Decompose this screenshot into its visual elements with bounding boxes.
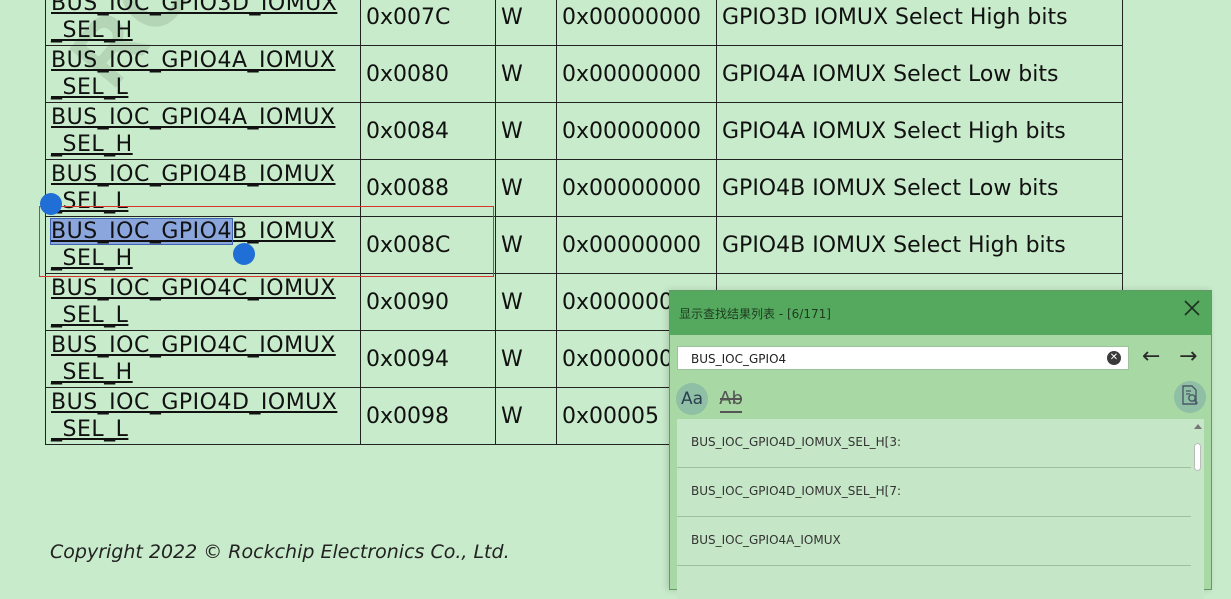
reg-reset: 0x00000000 xyxy=(556,102,717,160)
reg-name-cell[interactable]: BUS_IOC_GPIO3D_IOMUX _SEL_H xyxy=(45,0,361,46)
reg-offset: 0x0090 xyxy=(360,273,496,331)
reg-type: W xyxy=(495,159,557,217)
reg-description: GPIO4A IOMUX Select Low bits xyxy=(716,45,1123,103)
reg-name-link[interactable]: BUS_IOC_GPIO4B_IOMUX _SEL_H xyxy=(50,218,356,272)
clear-icon[interactable]: ✕ xyxy=(1107,351,1121,365)
reg-reset: 0x00000000 xyxy=(556,45,717,103)
reg-name-link[interactable]: BUS_IOC_GPIO4A_IOMUX _SEL_H xyxy=(51,104,356,158)
selection-end-handle[interactable] xyxy=(233,243,255,265)
reg-offset: 0x0080 xyxy=(360,45,496,103)
reg-name-link[interactable]: BUS_IOC_GPIO4A_IOMUX _SEL_L xyxy=(51,47,356,101)
reg-type: W xyxy=(495,387,557,445)
search-document-icon xyxy=(1179,384,1201,411)
reg-type: W xyxy=(495,45,557,103)
search-toolbar: ✕ ← → Aa Ab xyxy=(670,335,1211,419)
table-row: BUS_IOC_GPIO4A_IOMUX _SEL_L 0x0080 W 0x0… xyxy=(45,45,1123,103)
reg-offset: 0x008C xyxy=(360,216,496,274)
search-input[interactable] xyxy=(689,349,1093,369)
reg-reset: 0x00000000 xyxy=(556,216,717,274)
search-document-button[interactable] xyxy=(1174,381,1206,413)
reg-type: W xyxy=(495,102,557,160)
reg-name-cell[interactable]: BUS_IOC_GPIO4B_IOMUX _SEL_H xyxy=(45,216,361,274)
result-item[interactable]: BUS_IOC_GPIO4D_IOMUX_SEL_H[7: xyxy=(677,468,1193,517)
table-row: BUS_IOC_GPIO3D_IOMUX _SEL_H 0x007C W 0x0… xyxy=(45,0,1123,46)
search-match-highlight[interactable]: BUS_IOC_GPIO4 xyxy=(50,218,233,245)
results-list: BUS_IOC_GPIO4D_IOMUX_SEL_H[3: BUS_IOC_GP… xyxy=(677,419,1193,599)
result-item[interactable]: BUS_IOC_GPIO4D_IOMUX_SEL_H[3: xyxy=(677,419,1193,468)
reg-offset: 0x0084 xyxy=(360,102,496,160)
reg-type: W xyxy=(495,0,557,46)
reg-name-cell[interactable]: BUS_IOC_GPIO4A_IOMUX _SEL_H xyxy=(45,102,361,160)
results-scrollbar[interactable] xyxy=(1191,419,1204,599)
reg-reset: 0x00000000 xyxy=(556,159,717,217)
reg-type: W xyxy=(495,216,557,274)
panel-title: 显示查找结果列表 - [6/171] xyxy=(679,307,831,321)
search-box: ✕ xyxy=(677,346,1129,370)
reg-type: W xyxy=(495,273,557,331)
reg-name-link[interactable]: BUS_IOC_GPIO4B_IOMUX _SEL_L xyxy=(51,161,356,215)
reg-reset: 0x00000000 xyxy=(556,0,717,46)
reg-name-cell[interactable]: BUS_IOC_GPIO4A_IOMUX _SEL_L xyxy=(45,45,361,103)
close-icon xyxy=(1183,299,1201,322)
reg-name-cell[interactable]: BUS_IOC_GPIO4B_IOMUX _SEL_L xyxy=(45,159,361,217)
reg-description: GPIO4B IOMUX Select Low bits xyxy=(716,159,1123,217)
result-item[interactable]: BUS_IOC_GPIO4A_IOMUX xyxy=(677,517,1193,566)
reg-offset: 0x0094 xyxy=(360,330,496,388)
scroll-thumb[interactable] xyxy=(1194,443,1201,471)
close-button[interactable] xyxy=(1179,297,1205,323)
reg-description: GPIO4A IOMUX Select High bits xyxy=(716,102,1123,160)
copyright-footer: Copyright 2022 © Rockchip Electronics Co… xyxy=(50,541,510,563)
underline xyxy=(720,411,742,413)
reg-name-link[interactable]: BUS_IOC_GPIO4D_IOMUX _SEL_L xyxy=(51,389,356,443)
reg-offset: 0x007C xyxy=(360,0,496,46)
table-row: BUS_IOC_GPIO4B_IOMUX _SEL_L 0x0088 W 0x0… xyxy=(45,159,1123,217)
arrow-right-icon[interactable]: → xyxy=(1179,345,1197,369)
reg-description: GPIO3D IOMUX Select High bits xyxy=(716,0,1123,46)
find-results-panel: 显示查找结果列表 - [6/171] ✕ ← → Aa Ab xyxy=(669,290,1212,599)
reg-type: W xyxy=(495,330,557,388)
reg-name-cell[interactable]: BUS_IOC_GPIO4D_IOMUX _SEL_L xyxy=(45,387,361,445)
reg-name-link[interactable]: BUS_IOC_GPIO3D_IOMUX _SEL_H xyxy=(51,0,356,44)
strike-line xyxy=(720,398,742,400)
reg-name-link[interactable]: BUS_IOC_GPIO4C_IOMUX _SEL_L xyxy=(51,275,356,329)
whole-word-button[interactable]: Ab xyxy=(718,385,744,413)
panel-header: 显示查找结果列表 - [6/171] xyxy=(670,291,1211,335)
scroll-up-icon[interactable] xyxy=(1194,424,1202,429)
reg-name-link[interactable]: BUS_IOC_GPIO4C_IOMUX _SEL_H xyxy=(51,332,356,386)
reg-offset: 0x0098 xyxy=(360,387,496,445)
reg-offset: 0x0088 xyxy=(360,159,496,217)
table-row-selected: BUS_IOC_GPIO4B_IOMUX _SEL_H 0x008C W 0x0… xyxy=(45,216,1123,274)
table-row: BUS_IOC_GPIO4A_IOMUX _SEL_H 0x0084 W 0x0… xyxy=(45,102,1123,160)
arrow-left-icon[interactable]: ← xyxy=(1142,345,1160,369)
reg-description: GPIO4B IOMUX Select High bits xyxy=(716,216,1123,274)
reg-name-cell[interactable]: BUS_IOC_GPIO4C_IOMUX _SEL_H xyxy=(45,330,361,388)
selection-start-handle[interactable] xyxy=(40,193,62,215)
reg-name-cell[interactable]: BUS_IOC_GPIO4C_IOMUX _SEL_L xyxy=(45,273,361,331)
match-case-icon[interactable]: Aa xyxy=(676,383,708,415)
